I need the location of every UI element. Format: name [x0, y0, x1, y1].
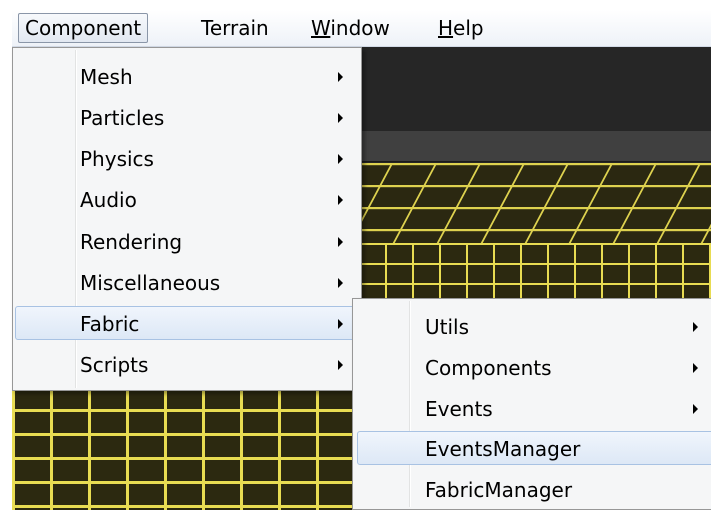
menu-item-physics[interactable]: Physics — [15, 141, 359, 175]
menu-item-label: Components — [425, 356, 552, 380]
submenu-arrow-icon — [338, 319, 343, 329]
menu-item-label: EventsManager — [425, 437, 581, 461]
menu-component[interactable]: Component — [18, 13, 149, 43]
menu-item-label: Audio — [80, 188, 137, 212]
submenu-arrow-icon — [338, 72, 343, 82]
menu-help-label: elp — [453, 16, 484, 40]
submenu-arrow-icon — [338, 154, 343, 164]
menu-item-rendering[interactable]: Rendering — [15, 224, 359, 258]
menu-item-label: Physics — [80, 147, 154, 171]
menu-window[interactable]: Window — [305, 13, 396, 43]
menu-item-components[interactable]: Components — [357, 350, 711, 384]
menu-item-utils[interactable]: Utils — [357, 309, 711, 343]
menu-window-label: indow — [330, 16, 390, 40]
menu-item-mesh[interactable]: Mesh — [15, 59, 359, 93]
submenu-arrow-icon — [338, 278, 343, 288]
menu-item-label: Particles — [80, 106, 165, 130]
menu-item-eventsmanager[interactable]: EventsManager — [357, 431, 711, 465]
menu-item-label: FabricManager — [425, 478, 573, 502]
submenu-arrow-icon — [693, 363, 698, 373]
component-dropdown: Mesh Particles Physics Audio Rendering M… — [12, 47, 362, 391]
menu-window-accel: W — [311, 16, 331, 40]
menu-help-accel: H — [438, 16, 454, 40]
menu-item-events[interactable]: Events — [357, 391, 711, 425]
menu-item-scripts[interactable]: Scripts — [15, 347, 359, 381]
menu-bar: Component Terrain Window Help — [12, 10, 711, 47]
menu-item-label: Mesh — [80, 65, 133, 89]
grid-plane-front — [304, 243, 711, 303]
menu-item-label: Events — [425, 397, 493, 421]
submenu-arrow-icon — [693, 322, 698, 332]
menu-item-audio[interactable]: Audio — [15, 182, 359, 216]
menu-item-label: Rendering — [80, 230, 183, 254]
menu-item-miscellaneous[interactable]: Miscellaneous — [15, 265, 359, 299]
menu-item-label: Utils — [425, 315, 470, 339]
menu-item-label: Miscellaneous — [80, 271, 221, 295]
submenu-arrow-icon — [693, 404, 698, 414]
grid-plane-bottom — [12, 385, 372, 510]
menu-terrain-label: Terrain — [201, 16, 269, 40]
menu-component-label: Component — [25, 16, 142, 40]
menu-item-label: Scripts — [80, 353, 149, 377]
submenu-arrow-icon — [338, 360, 343, 370]
menu-terrain[interactable]: Terrain — [195, 13, 275, 43]
submenu-arrow-icon — [338, 195, 343, 205]
fabric-submenu: Utils Components Events EventsManager Fa… — [352, 298, 711, 510]
submenu-arrow-icon — [338, 237, 343, 247]
submenu-arrow-icon — [338, 113, 343, 123]
menu-item-fabricmanager[interactable]: FabricManager — [357, 472, 711, 506]
menu-item-label: Fabric — [80, 312, 140, 336]
menu-item-fabric[interactable]: Fabric — [15, 306, 359, 340]
menu-item-particles[interactable]: Particles — [15, 100, 359, 134]
menu-help[interactable]: Help — [432, 13, 490, 43]
